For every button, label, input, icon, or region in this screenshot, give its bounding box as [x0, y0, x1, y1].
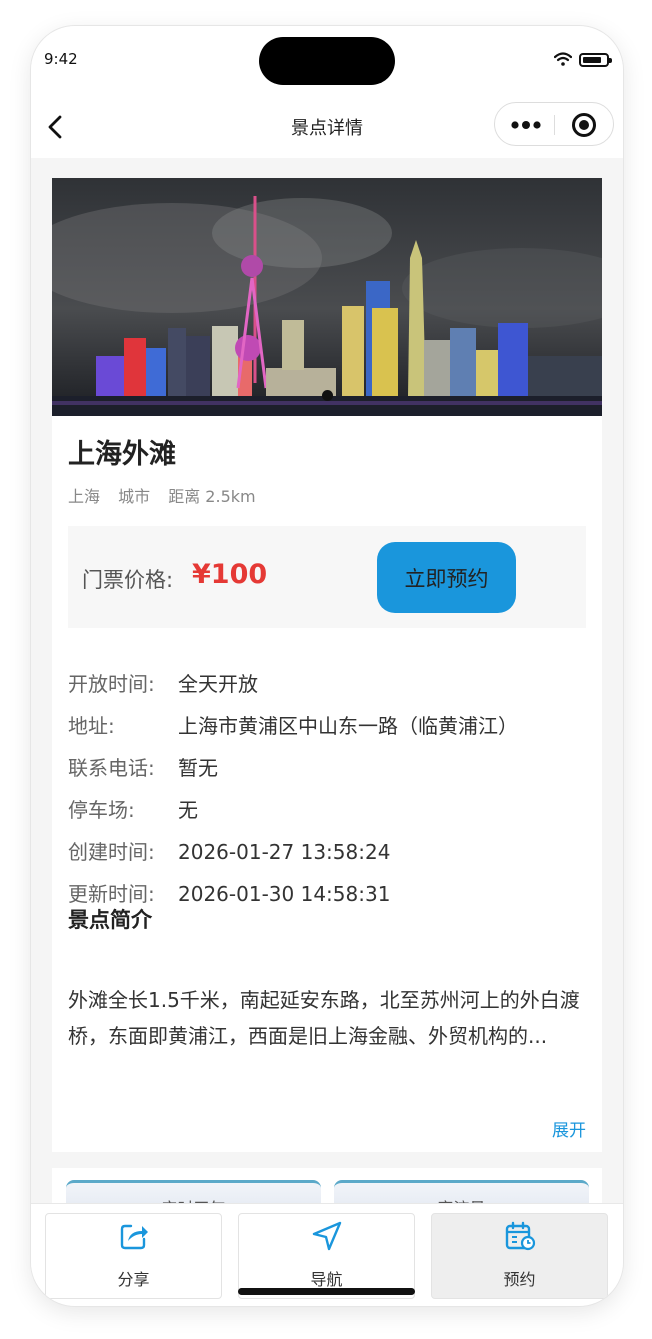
navigation-icon: [312, 1221, 342, 1251]
info-label: 开放时间:: [68, 672, 155, 696]
info-value: 全天开放: [178, 672, 258, 696]
info-value: 2026-01-27 13:58:24: [178, 840, 391, 864]
info-value: 暂无: [178, 756, 218, 780]
info-value: 2026-01-30 14:58:31: [178, 882, 391, 906]
tab-label: 分享: [117, 1270, 150, 1289]
intro-title: 景点简介: [68, 908, 152, 932]
carousel-indicator[interactable]: [322, 390, 333, 401]
info-row-created: 创建时间: 2026-01-27 13:58:24: [68, 836, 390, 865]
tab-label: 导航: [310, 1270, 343, 1289]
expand-link[interactable]: 展开: [552, 1116, 586, 1141]
tag-distance: 距离 2.5km: [168, 487, 256, 506]
spot-banner-image[interactable]: [52, 178, 602, 416]
book-now-button[interactable]: 立即预约: [377, 542, 516, 613]
info-value: 无: [178, 798, 198, 822]
battery-level: [583, 57, 601, 63]
price-value: ¥100: [192, 559, 268, 590]
shanghai-skyline-image: [52, 178, 602, 416]
capsule-divider: [554, 115, 555, 135]
battery-icon: [579, 53, 612, 67]
spot-tags: 上海 城市 距离 2.5km: [68, 483, 269, 507]
info-row-parking: 停车场: 无: [68, 794, 198, 823]
status-time: 9:42: [44, 50, 78, 68]
info-row-address: 地址: 上海市黄浦区中山东一路（临黄浦江）: [68, 710, 518, 739]
info-label: 停车场:: [68, 798, 135, 822]
info-label: 更新时间:: [68, 882, 155, 906]
info-row-open-hours: 开放时间: 全天开放: [68, 668, 258, 697]
spot-detail-card: 上海外滩 上海 城市 距离 2.5km 门票价格: ¥100 立即预约 开放时间…: [52, 178, 602, 1152]
tab-label: 预约: [503, 1270, 536, 1289]
info-label: 联系电话:: [68, 756, 155, 780]
mini-program-capsule: [494, 102, 614, 146]
share-icon: [120, 1224, 148, 1250]
price-label: 门票价格:: [82, 568, 174, 592]
reserve-button[interactable]: 预约: [431, 1213, 608, 1299]
phone-frame: 9:42 景点详情 上海外滩 上海 城市 距离 2.5km 门票价格: ¥100…: [31, 26, 623, 1306]
info-label: 地址:: [68, 714, 115, 738]
navigate-button[interactable]: 导航: [238, 1213, 415, 1299]
close-mini-program-icon[interactable]: [572, 113, 596, 137]
status-bar: 9:42: [31, 26, 623, 94]
share-button[interactable]: 分享: [45, 1213, 222, 1299]
info-label: 创建时间:: [68, 840, 155, 864]
intro-text: 外滩全长1.5千米，南起延安东路，北至苏州河上的外白渡桥，东面即黄浦江，西面是旧…: [68, 988, 580, 1048]
more-icon[interactable]: [511, 121, 541, 129]
spot-name: 上海外滩: [68, 439, 176, 470]
dynamic-island: [259, 37, 395, 85]
calendar-icon: [505, 1221, 536, 1251]
info-value: 上海市黄浦区中山东一路（临黄浦江）: [178, 714, 518, 738]
price-box: 门票价格: ¥100 立即预约: [68, 526, 586, 628]
home-indicator: [238, 1288, 415, 1295]
info-row-phone: 联系电话: 暂无: [68, 752, 218, 781]
info-row-updated: 更新时间: 2026-01-30 14:58:31: [68, 878, 390, 907]
nav-bar: 景点详情: [31, 94, 623, 158]
wifi-icon: [554, 52, 572, 66]
tag-category: 城市: [118, 487, 151, 506]
tag-city: 上海: [68, 487, 101, 506]
